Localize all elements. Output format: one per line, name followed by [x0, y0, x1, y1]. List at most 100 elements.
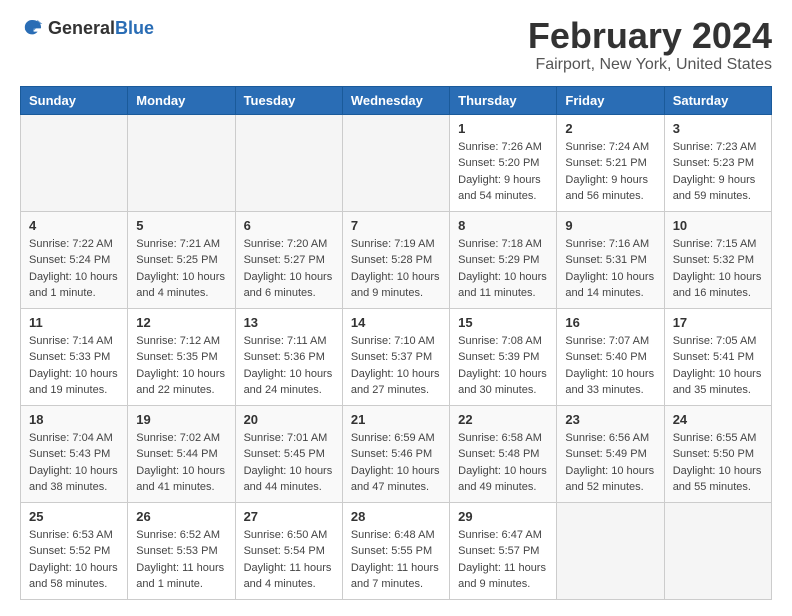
- table-row: 12 Sunrise: 7:12 AMSunset: 5:35 PMDayligh…: [128, 308, 235, 405]
- table-row: 29 Sunrise: 6:47 AMSunset: 5:57 PMDayligh…: [450, 502, 557, 599]
- day-info: Sunrise: 7:15 AMSunset: 5:32 PMDaylight:…: [673, 236, 763, 302]
- day-info: Sunrise: 6:47 AMSunset: 5:57 PMDaylight:…: [458, 527, 548, 593]
- table-row: [235, 114, 342, 211]
- day-number: 20: [244, 412, 334, 427]
- day-number: 10: [673, 218, 763, 233]
- main-title: February 2024: [528, 16, 772, 56]
- col-wednesday: Wednesday: [342, 86, 449, 114]
- day-info: Sunrise: 6:58 AMSunset: 5:48 PMDaylight:…: [458, 430, 548, 496]
- title-section: February 2024 Fairport, New York, United…: [528, 16, 772, 74]
- calendar-row: 4Sunrise: 7:22 AMSunset: 5:24 PMDaylight…: [21, 211, 772, 308]
- table-row: [557, 502, 664, 599]
- day-info: Sunrise: 7:20 AMSunset: 5:27 PMDaylight:…: [244, 236, 334, 302]
- day-info: Sunrise: 7:01 AMSunset: 5:45 PMDaylight:…: [244, 430, 334, 496]
- table-row: [21, 114, 128, 211]
- table-row: [664, 502, 771, 599]
- table-row: 11 Sunrise: 7:14 AMSunset: 5:33 PMDayligh…: [21, 308, 128, 405]
- table-row: 20 Sunrise: 7:01 AMSunset: 5:45 PMDayligh…: [235, 405, 342, 502]
- day-number: 14: [351, 315, 441, 330]
- day-info: Sunrise: 7:14 AMSunset: 5:33 PMDaylight:…: [29, 333, 119, 399]
- day-info: Sunrise: 7:08 AMSunset: 5:39 PMDaylight:…: [458, 333, 548, 399]
- table-row: 18 Sunrise: 7:04 AMSunset: 5:43 PMDayligh…: [21, 405, 128, 502]
- day-info: Sunrise: 7:24 AMSunset: 5:21 PMDaylight:…: [565, 139, 655, 205]
- day-info: Sunrise: 7:02 AMSunset: 5:44 PMDaylight:…: [136, 430, 226, 496]
- day-info: Sunrise: 7:12 AMSunset: 5:35 PMDaylight:…: [136, 333, 226, 399]
- day-number: 16: [565, 315, 655, 330]
- table-row: 4Sunrise: 7:22 AMSunset: 5:24 PMDaylight…: [21, 211, 128, 308]
- day-info: Sunrise: 7:10 AMSunset: 5:37 PMDaylight:…: [351, 333, 441, 399]
- day-info: Sunrise: 6:53 AMSunset: 5:52 PMDaylight:…: [29, 527, 119, 593]
- calendar-row: 11 Sunrise: 7:14 AMSunset: 5:33 PMDayligh…: [21, 308, 772, 405]
- col-sunday: Sunday: [21, 86, 128, 114]
- day-info: Sunrise: 7:04 AMSunset: 5:43 PMDaylight:…: [29, 430, 119, 496]
- day-number: 22: [458, 412, 548, 427]
- table-row: 9 Sunrise: 7:16 AMSunset: 5:31 PMDaylight…: [557, 211, 664, 308]
- col-thursday: Thursday: [450, 86, 557, 114]
- logo-general: General: [48, 18, 115, 38]
- logo: GeneralBlue: [20, 16, 154, 40]
- table-row: 7 Sunrise: 7:19 AMSunset: 5:28 PMDaylight…: [342, 211, 449, 308]
- day-number: 9: [565, 218, 655, 233]
- day-info: Sunrise: 7:05 AMSunset: 5:41 PMDaylight:…: [673, 333, 763, 399]
- table-row: 1Sunrise: 7:26 AMSunset: 5:20 PMDaylight…: [450, 114, 557, 211]
- day-number: 12: [136, 315, 226, 330]
- table-row: [342, 114, 449, 211]
- day-number: 25: [29, 509, 119, 524]
- day-number: 18: [29, 412, 119, 427]
- day-info: Sunrise: 7:16 AMSunset: 5:31 PMDaylight:…: [565, 236, 655, 302]
- calendar-header: Sunday Monday Tuesday Wednesday Thursday…: [21, 86, 772, 114]
- day-number: 26: [136, 509, 226, 524]
- day-info: Sunrise: 7:21 AMSunset: 5:25 PMDaylight:…: [136, 236, 226, 302]
- day-info: Sunrise: 6:59 AMSunset: 5:46 PMDaylight:…: [351, 430, 441, 496]
- col-monday: Monday: [128, 86, 235, 114]
- table-row: 27 Sunrise: 6:50 AMSunset: 5:54 PMDayligh…: [235, 502, 342, 599]
- table-row: 3 Sunrise: 7:23 AMSunset: 5:23 PMDaylight…: [664, 114, 771, 211]
- table-row: 14 Sunrise: 7:10 AMSunset: 5:37 PMDayligh…: [342, 308, 449, 405]
- table-row: 28 Sunrise: 6:48 AMSunset: 5:55 PMDayligh…: [342, 502, 449, 599]
- col-friday: Friday: [557, 86, 664, 114]
- subtitle: Fairport, New York, United States: [528, 56, 772, 74]
- header-row: Sunday Monday Tuesday Wednesday Thursday…: [21, 86, 772, 114]
- calendar-body: 1Sunrise: 7:26 AMSunset: 5:20 PMDaylight…: [21, 114, 772, 599]
- day-number: 23: [565, 412, 655, 427]
- day-number: 15: [458, 315, 548, 330]
- table-row: 6Sunrise: 7:20 AMSunset: 5:27 PMDaylight…: [235, 211, 342, 308]
- logo-blue: Blue: [115, 18, 154, 38]
- calendar-row: 1Sunrise: 7:26 AMSunset: 5:20 PMDaylight…: [21, 114, 772, 211]
- table-row: 2Sunrise: 7:24 AMSunset: 5:21 PMDaylight…: [557, 114, 664, 211]
- day-number: 5: [136, 218, 226, 233]
- table-row: 10 Sunrise: 7:15 AMSunset: 5:32 PMDayligh…: [664, 211, 771, 308]
- day-number: 24: [673, 412, 763, 427]
- day-number: 13: [244, 315, 334, 330]
- day-number: 17: [673, 315, 763, 330]
- day-info: Sunrise: 6:52 AMSunset: 5:53 PMDaylight:…: [136, 527, 226, 593]
- day-number: 7: [351, 218, 441, 233]
- table-row: 15 Sunrise: 7:08 AMSunset: 5:39 PMDayligh…: [450, 308, 557, 405]
- logo-text: GeneralBlue: [48, 18, 154, 39]
- table-row: 22 Sunrise: 6:58 AMSunset: 5:48 PMDayligh…: [450, 405, 557, 502]
- day-info: Sunrise: 7:19 AMSunset: 5:28 PMDaylight:…: [351, 236, 441, 302]
- day-number: 11: [29, 315, 119, 330]
- day-info: Sunrise: 7:22 AMSunset: 5:24 PMDaylight:…: [29, 236, 119, 302]
- table-row: 25 Sunrise: 6:53 AMSunset: 5:52 PMDayligh…: [21, 502, 128, 599]
- col-tuesday: Tuesday: [235, 86, 342, 114]
- day-number: 8: [458, 218, 548, 233]
- day-info: Sunrise: 7:26 AMSunset: 5:20 PMDaylight:…: [458, 139, 548, 205]
- table-row: 21Sunrise: 6:59 AMSunset: 5:46 PMDayligh…: [342, 405, 449, 502]
- col-saturday: Saturday: [664, 86, 771, 114]
- logo-icon: [20, 16, 44, 40]
- day-info: Sunrise: 7:23 AMSunset: 5:23 PMDaylight:…: [673, 139, 763, 205]
- day-info: Sunrise: 6:56 AMSunset: 5:49 PMDaylight:…: [565, 430, 655, 496]
- day-info: Sunrise: 6:50 AMSunset: 5:54 PMDaylight:…: [244, 527, 334, 593]
- day-number: 3: [673, 121, 763, 136]
- day-number: 27: [244, 509, 334, 524]
- day-number: 19: [136, 412, 226, 427]
- table-row: 13Sunrise: 7:11 AMSunset: 5:36 PMDayligh…: [235, 308, 342, 405]
- table-row: 16 Sunrise: 7:07 AMSunset: 5:40 PMDayligh…: [557, 308, 664, 405]
- day-number: 28: [351, 509, 441, 524]
- day-info: Sunrise: 6:55 AMSunset: 5:50 PMDaylight:…: [673, 430, 763, 496]
- page-header: GeneralBlue February 2024 Fairport, New …: [20, 16, 772, 74]
- day-number: 29: [458, 509, 548, 524]
- day-info: Sunrise: 7:07 AMSunset: 5:40 PMDaylight:…: [565, 333, 655, 399]
- day-info: Sunrise: 6:48 AMSunset: 5:55 PMDaylight:…: [351, 527, 441, 593]
